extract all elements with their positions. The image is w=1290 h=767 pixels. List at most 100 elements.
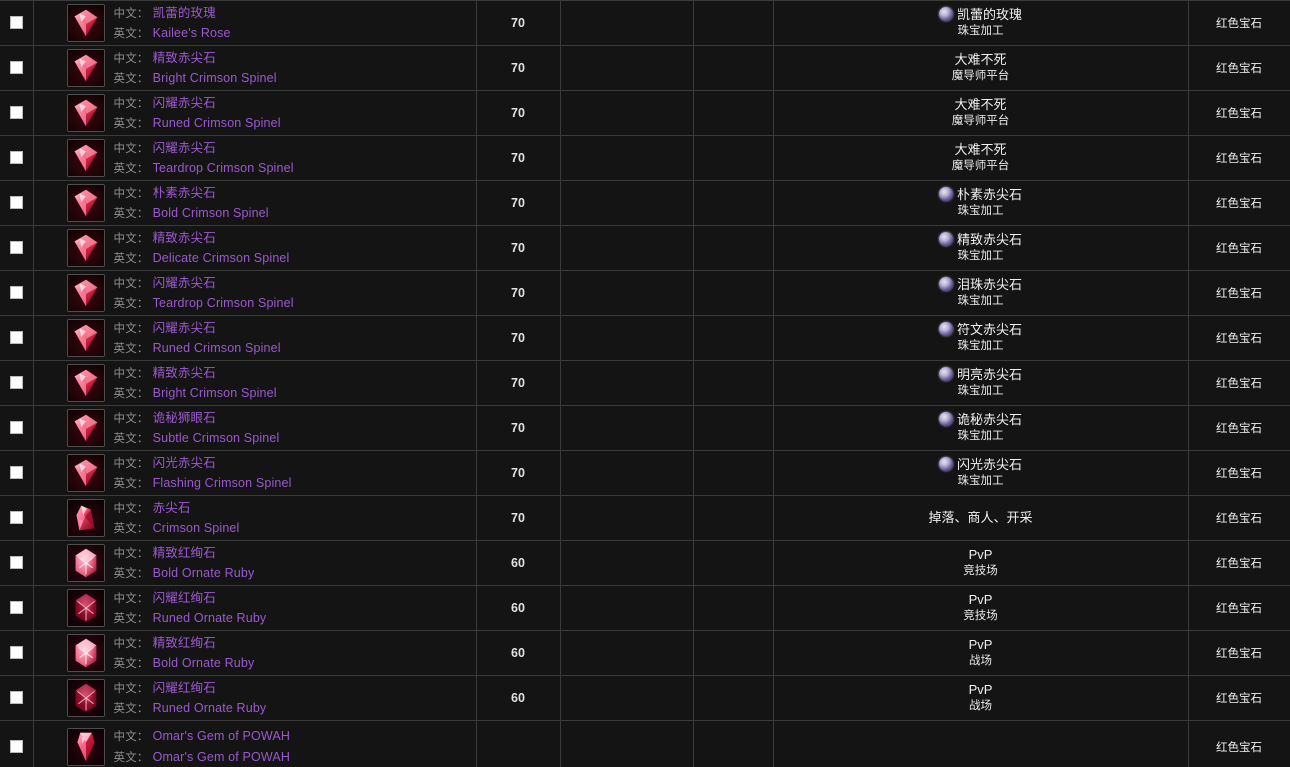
item-name-cn[interactable]: 精致红绚石 (153, 636, 216, 650)
ornate-ruby-bright-icon[interactable] (66, 544, 105, 582)
row-select-cell[interactable] (0, 720, 34, 767)
item-cell[interactable]: 中文： 诡秘狮眼石 英文： Subtle Crimson Spinel (33, 405, 477, 451)
row-checkbox[interactable] (9, 601, 23, 615)
table-row[interactable]: 中文： 闪耀红绚石 英文： Runed Ornate Ruby 60 PvP 战场 红色宝石 (0, 675, 1290, 721)
item-name-cn[interactable]: 闪耀红绚石 (153, 591, 216, 605)
crimson-spinel-cut-icon[interactable] (66, 274, 105, 312)
item-name-en[interactable]: Teardrop Crimson Spinel (153, 161, 294, 175)
row-checkbox[interactable] (9, 16, 23, 30)
table-row[interactable]: 中文： 赤尖石 英文： Crimson Spinel 70 掉落、商人、开采 红色宝石 (0, 495, 1290, 541)
ornate-ruby-dark-icon[interactable] (66, 679, 105, 717)
row-checkbox[interactable] (9, 61, 23, 75)
table-row[interactable]: 中文： 闪耀赤尖石 英文： Teardrop Crimson Spinel 70 大难不死… (0, 135, 1290, 181)
item-name-en[interactable]: Bright Crimson Spinel (153, 71, 277, 85)
crimson-spinel-cut-icon[interactable] (66, 184, 105, 222)
item-name-en[interactable]: Crimson Spinel (153, 521, 240, 535)
item-name-cn[interactable]: 闪光赤尖石 (153, 456, 216, 470)
row-select-cell[interactable] (0, 405, 34, 451)
row-select-cell[interactable] (0, 45, 34, 91)
item-cell[interactable]: 中文： 精致赤尖石 英文： Delicate Crimson Spinel (33, 225, 477, 271)
item-name-cn[interactable]: 赤尖石 (153, 501, 191, 515)
table-row[interactable]: 中文： 闪光赤尖石 英文： Flashing Crimson Spinel 70 闪光赤尖… (0, 450, 1290, 496)
item-name-cn[interactable]: 闪耀赤尖石 (153, 276, 216, 290)
row-select-cell[interactable] (0, 225, 34, 271)
item-name-cn[interactable]: 闪耀赤尖石 (153, 321, 216, 335)
item-name-en[interactable]: Runed Ornate Ruby (153, 611, 267, 625)
ornate-ruby-bright-icon[interactable] (66, 634, 105, 672)
table-row[interactable]: 中文： 闪耀红绚石 英文： Runed Ornate Ruby 60 PvP 竞技场 红色宝石 (0, 585, 1290, 631)
table-row[interactable]: 中文： 闪耀赤尖石 英文： Runed Crimson Spinel 70 大难不死 魔导师… (0, 90, 1290, 136)
item-name-cn[interactable]: Omar's Gem of POWAH (153, 729, 290, 743)
table-row[interactable]: 中文： 精致赤尖石 英文： Delicate Crimson Spinel 70 精致赤尖… (0, 225, 1290, 271)
item-cell[interactable]: 中文： 闪耀赤尖石 英文： Teardrop Crimson Spinel (33, 270, 477, 316)
item-name-en[interactable]: Kailee's Rose (153, 26, 231, 40)
item-cell[interactable]: 中文： 闪耀赤尖石 英文： Runed Crimson Spinel (33, 315, 477, 361)
row-checkbox[interactable] (9, 331, 23, 345)
crimson-spinel-cut-icon[interactable] (66, 4, 105, 42)
row-checkbox[interactable] (9, 739, 23, 753)
item-name-cn[interactable]: 精致赤尖石 (153, 231, 216, 245)
item-name-cn[interactable]: 精致红绚石 (153, 546, 216, 560)
item-name-cn[interactable]: 朴素赤尖石 (153, 186, 216, 200)
table-row[interactable]: 中文： Omar's Gem of POWAH 英文： Omar's Gem of P… (0, 720, 1290, 767)
item-cell[interactable]: 中文： 精致红绚石 英文： Bold Ornate Ruby (33, 630, 477, 676)
item-cell[interactable]: 中文： 精致红绚石 英文： Bold Ornate Ruby (33, 540, 477, 586)
row-checkbox[interactable] (9, 556, 23, 570)
crimson-spinel-raw-icon[interactable] (66, 499, 105, 537)
row-checkbox[interactable] (9, 691, 23, 705)
item-name-en[interactable]: Bold Ornate Ruby (153, 656, 255, 670)
item-cell[interactable]: 中文： 闪耀红绚石 英文： Runed Ornate Ruby (33, 585, 477, 631)
row-checkbox[interactable] (9, 376, 23, 390)
item-name-cn[interactable]: 诡秘狮眼石 (153, 411, 216, 425)
omars-gem-icon[interactable] (66, 727, 105, 766)
crimson-spinel-cut-icon[interactable] (66, 364, 105, 402)
row-checkbox[interactable] (9, 196, 23, 210)
item-name-en[interactable]: Subtle Crimson Spinel (153, 431, 280, 445)
crimson-spinel-cut-icon[interactable] (66, 139, 105, 177)
item-name-cn[interactable]: 凯蕾的玫瑰 (153, 6, 216, 20)
row-select-cell[interactable] (0, 180, 34, 226)
table-row[interactable]: 中文： 诡秘狮眼石 英文： Subtle Crimson Spinel 70 诡秘赤尖石珠… (0, 405, 1290, 451)
row-checkbox[interactable] (9, 241, 23, 255)
row-select-cell[interactable] (0, 585, 34, 631)
table-row[interactable]: 中文： 精致红绚石 英文： Bold Ornate Ruby 60 PvP 竞技场 红色宝石 (0, 540, 1290, 586)
item-name-cn[interactable]: 闪耀赤尖石 (153, 96, 216, 110)
item-name-en[interactable]: Bright Crimson Spinel (153, 386, 277, 400)
table-row[interactable]: 中文： 凯蕾的玫瑰 英文： Kailee's Rose 70 凯蕾的玫瑰 珠宝加工 红色宝石 (0, 0, 1290, 46)
row-select-cell[interactable] (0, 315, 34, 361)
item-cell[interactable]: 中文： 赤尖石 英文： Crimson Spinel (33, 495, 477, 541)
crimson-spinel-cut-icon[interactable] (66, 94, 105, 132)
item-cell[interactable]: 中文： 精致赤尖石 英文： Bright Crimson Spinel (33, 360, 477, 406)
row-select-cell[interactable] (0, 540, 34, 586)
table-row[interactable]: 中文： 朴素赤尖石 英文： Bold Crimson Spinel 70 朴素赤尖石 珠宝加… (0, 180, 1290, 226)
row-select-cell[interactable] (0, 675, 34, 721)
item-cell[interactable]: 中文： 闪光赤尖石 英文： Flashing Crimson Spinel (33, 450, 477, 496)
item-name-en[interactable]: Omar's Gem of POWAH (153, 750, 290, 764)
row-checkbox[interactable] (9, 511, 23, 525)
item-cell[interactable]: 中文： 闪耀红绚石 英文： Runed Ornate Ruby (33, 675, 477, 721)
row-select-cell[interactable] (0, 495, 34, 541)
row-checkbox[interactable] (9, 151, 23, 165)
table-row[interactable]: 中文： 闪耀赤尖石 英文： Teardrop Crimson Spinel 70 泪珠赤尖… (0, 270, 1290, 316)
crimson-spinel-cut-icon[interactable] (66, 319, 105, 357)
item-cell[interactable]: 中文： 凯蕾的玫瑰 英文： Kailee's Rose (33, 0, 477, 46)
row-checkbox[interactable] (9, 466, 23, 480)
table-row[interactable]: 中文： 精致红绚石 英文： Bold Ornate Ruby 60 PvP 战场 红色宝石 (0, 630, 1290, 676)
item-name-cn[interactable]: 精致赤尖石 (153, 51, 216, 65)
item-name-en[interactable]: Flashing Crimson Spinel (153, 476, 292, 490)
item-name-en[interactable]: Bold Ornate Ruby (153, 566, 255, 580)
item-name-en[interactable]: Runed Crimson Spinel (153, 116, 281, 130)
item-name-cn[interactable]: 精致赤尖石 (153, 366, 216, 380)
item-name-cn[interactable]: 闪耀赤尖石 (153, 141, 216, 155)
row-select-cell[interactable] (0, 360, 34, 406)
item-cell[interactable]: 中文： 闪耀赤尖石 英文： Teardrop Crimson Spinel (33, 135, 477, 181)
row-select-cell[interactable] (0, 135, 34, 181)
item-cell[interactable]: 中文： 朴素赤尖石 英文： Bold Crimson Spinel (33, 180, 477, 226)
item-cell[interactable]: 中文： 精致赤尖石 英文： Bright Crimson Spinel (33, 45, 477, 91)
item-name-cn[interactable]: 闪耀红绚石 (153, 681, 216, 695)
crimson-spinel-cut-icon[interactable] (66, 454, 105, 492)
row-select-cell[interactable] (0, 630, 34, 676)
crimson-spinel-cut-icon[interactable] (66, 409, 105, 447)
row-select-cell[interactable] (0, 0, 34, 46)
row-select-cell[interactable] (0, 270, 34, 316)
